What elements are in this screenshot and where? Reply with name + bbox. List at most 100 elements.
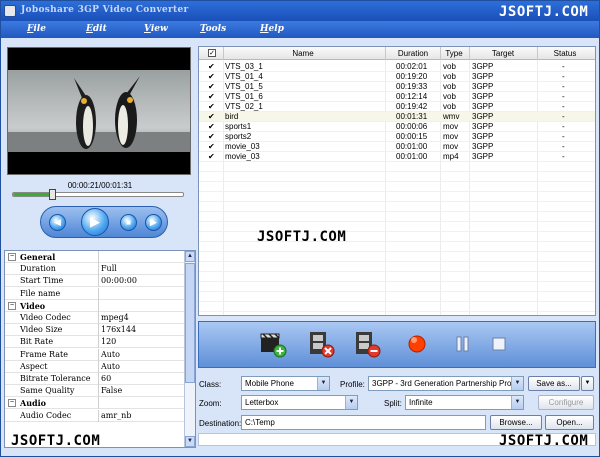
menu-edit[interactable]: Edit — [86, 24, 107, 34]
menu-view[interactable]: View — [144, 24, 168, 34]
cell-type: mov — [443, 142, 459, 151]
profile-select[interactable]: 3GPP - 3rd Generation Partnership Projec… — [368, 376, 524, 391]
row-checkbox[interactable]: ✔ — [208, 143, 216, 151]
property-group[interactable]: − Audio — [5, 397, 185, 410]
row-checkbox[interactable]: ✔ — [208, 153, 216, 161]
property-key: Video — [20, 300, 46, 311]
record-icon[interactable] — [403, 330, 431, 358]
cell-target: 3GPP — [472, 102, 494, 111]
menu-tools[interactable]: Tools — [200, 24, 226, 34]
property-value: amr_nb — [101, 410, 132, 420]
property-value: 176x144 — [101, 325, 137, 335]
scroll-down-icon[interactable]: ▼ — [185, 436, 195, 447]
property-row[interactable]: Start Time 00:00:00 — [5, 275, 185, 288]
menu-edit-label: dit — [92, 24, 107, 34]
chevron-down-icon[interactable]: ▼ — [345, 396, 357, 409]
cell-duration: 00:00:06 — [396, 122, 428, 131]
property-group[interactable]: − General — [5, 251, 185, 263]
window-title: Joboshare 3GP Video Converter — [21, 5, 189, 15]
configure-button[interactable]: Configure — [538, 395, 594, 410]
col-duration[interactable]: Duration — [385, 49, 441, 58]
save-as-dropdown-icon[interactable]: ▼ — [581, 376, 594, 391]
cell-type: wmv — [443, 112, 460, 121]
property-row[interactable]: Video Codec mpeg4 — [5, 312, 185, 324]
scroll-up-icon[interactable]: ▲ — [185, 251, 195, 262]
col-target[interactable]: Target — [469, 49, 537, 58]
class-value: Mobile Phone — [245, 379, 294, 388]
menu-file[interactable]: File — [27, 24, 46, 34]
app-icon — [4, 5, 16, 17]
open-button[interactable]: Open... — [545, 415, 594, 430]
title-bar[interactable]: Joboshare 3GP Video Converter JSOFTJ.COM — [1, 1, 599, 21]
chevron-down-icon[interactable]: ▼ — [317, 377, 329, 390]
split-label: Split: — [384, 399, 402, 408]
destination-field[interactable]: C:\Temp — [241, 415, 486, 430]
col-name[interactable]: Name — [223, 49, 383, 58]
property-row[interactable]: Duration Full — [5, 263, 185, 276]
cell-name: VTS_03_1 — [225, 62, 263, 71]
stop-icon[interactable]: ■ — [120, 214, 137, 231]
property-row[interactable]: Same Quality False — [5, 385, 185, 398]
property-row[interactable]: Video Size 176x144 — [5, 324, 185, 337]
col-status[interactable]: Status — [537, 49, 593, 58]
cell-name: VTS_01_4 — [225, 72, 263, 81]
select-all-checkbox[interactable]: ✓ — [208, 49, 216, 57]
class-select[interactable]: Mobile Phone ▼ — [241, 376, 330, 391]
property-row[interactable]: Aspect Auto — [5, 360, 185, 373]
split-value: Infinite — [409, 398, 433, 407]
chevron-down-icon[interactable]: ▼ — [511, 396, 523, 409]
zoom-select[interactable]: Letterbox ▼ — [241, 395, 358, 410]
col-type[interactable]: Type — [440, 49, 468, 58]
clear-list-icon[interactable] — [353, 330, 381, 358]
add-file-icon[interactable] — [259, 330, 287, 358]
watermark-top-right: JSOFTJ.COM — [499, 4, 589, 20]
video-frame-image — [8, 70, 190, 152]
property-row[interactable]: Bitrate Tolerance 60 — [5, 373, 185, 385]
property-row[interactable]: Bit Rate 120 — [5, 336, 185, 349]
row-checkbox[interactable]: ✔ — [208, 93, 216, 101]
property-row[interactable]: Frame Rate Auto — [5, 348, 185, 361]
cell-duration: 00:12:14 — [396, 92, 428, 101]
property-value: 60 — [101, 374, 112, 383]
menu-help[interactable]: Help — [260, 24, 284, 34]
seek-handle[interactable] — [49, 189, 57, 200]
cell-type: vob — [443, 72, 456, 81]
row-checkbox[interactable]: ✔ — [208, 103, 216, 111]
cell-target: 3GPP — [472, 142, 494, 151]
cell-status: - — [562, 62, 565, 71]
cell-status: - — [562, 132, 565, 141]
row-checkbox[interactable]: ✔ — [208, 123, 216, 131]
row-checkbox[interactable]: ✔ — [208, 113, 216, 121]
property-group[interactable]: − Video — [5, 299, 185, 312]
next-icon[interactable]: ▶ — [145, 214, 162, 231]
row-checkbox[interactable]: ✔ — [208, 133, 216, 141]
row-checkbox[interactable]: ✔ — [208, 83, 216, 91]
split-select[interactable]: Infinite ▼ — [405, 395, 524, 410]
browse-button[interactable]: Browse... — [490, 415, 542, 430]
chevron-down-icon[interactable]: ▼ — [511, 377, 523, 390]
remove-file-icon[interactable] — [307, 330, 335, 358]
property-row[interactable]: Audio Codec amr_nb — [5, 409, 185, 422]
scroll-thumb[interactable] — [185, 263, 195, 383]
seek-slider[interactable] — [12, 189, 184, 200]
cell-duration: 00:19:33 — [396, 82, 428, 91]
row-checkbox[interactable]: ✔ — [208, 73, 216, 81]
cell-target: 3GPP — [472, 112, 494, 121]
save-as-button[interactable]: Save as... — [528, 376, 580, 391]
stop-convert-icon[interactable] — [485, 330, 513, 358]
collapse-icon[interactable]: − — [8, 399, 16, 408]
collapse-icon[interactable]: − — [8, 301, 16, 310]
properties-scrollbar[interactable]: ▲ ▼ — [184, 251, 195, 447]
cell-name: movie_03 — [225, 152, 260, 161]
pause-icon[interactable] — [449, 330, 477, 358]
previous-icon[interactable]: ◀ — [49, 214, 66, 231]
row-checkbox[interactable]: ✔ — [208, 63, 216, 71]
cell-status: - — [562, 82, 565, 91]
watermark-center: JSOFTJ.COM — [257, 229, 347, 245]
video-preview[interactable] — [7, 47, 191, 175]
property-key: Aspect — [20, 361, 48, 371]
play-icon[interactable]: ▶ — [81, 208, 109, 236]
zoom-value: Letterbox — [245, 398, 279, 407]
collapse-icon[interactable]: − — [8, 253, 16, 261]
property-row[interactable]: File name — [5, 287, 185, 300]
